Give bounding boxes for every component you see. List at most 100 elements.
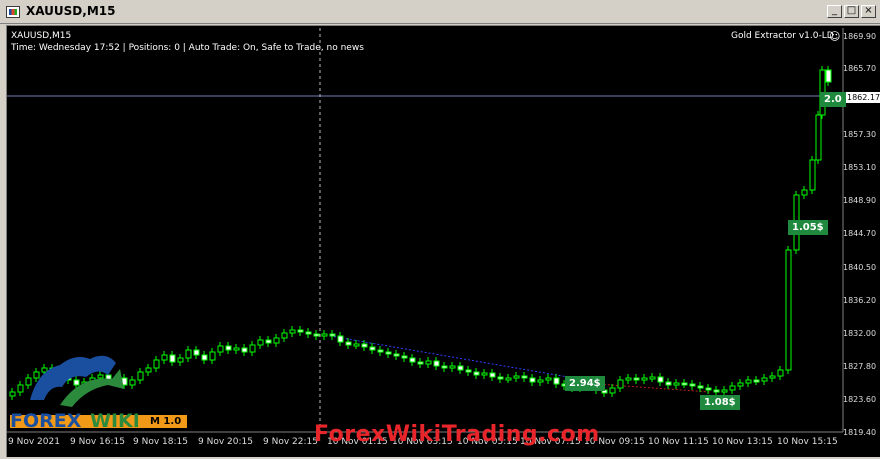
price-tick: 1819.40 [843, 428, 877, 437]
candle-body [433, 360, 440, 367]
time-tick: 9 Nov 20:15 [198, 437, 253, 447]
logo-wiki-text: WIKI [90, 410, 140, 432]
candle-body [289, 329, 296, 334]
candle-body [713, 389, 720, 393]
candle-body [225, 345, 232, 351]
candle-body [385, 351, 392, 355]
candle-body [537, 379, 544, 383]
price-tick: 1853.10 [843, 163, 877, 172]
time-tick: 10 Nov 11:15 [648, 437, 709, 447]
candle-body [553, 377, 560, 385]
candle-body [665, 381, 672, 386]
candle-body [481, 372, 488, 376]
time-tick: 9 Nov 16:15 [70, 437, 125, 447]
candle-body [815, 114, 822, 161]
candle-body [393, 353, 400, 357]
watermark-site: ForexWikiTrading.com [314, 422, 600, 447]
candle-body [697, 385, 704, 389]
candle-body [681, 382, 688, 386]
price-tick: 1844.70 [843, 229, 877, 238]
candle-body [465, 369, 472, 373]
candle-body [345, 341, 352, 346]
candle-body [521, 375, 528, 379]
time-tick: 9 Nov 22:15 [263, 437, 318, 447]
candle-body [705, 387, 712, 391]
candle-body [753, 379, 760, 383]
candle-body [201, 354, 208, 361]
candle-body [233, 347, 240, 351]
candle-body [529, 377, 536, 383]
candle-body [769, 375, 776, 379]
price-tick: 1832.00 [843, 329, 877, 338]
time-tick: 10 Nov 15:15 [777, 437, 838, 447]
candle-body [9, 391, 16, 397]
price-tick: 1857.30 [843, 130, 877, 139]
candle-body [633, 377, 640, 381]
candle-body [761, 377, 768, 382]
candle-body [241, 347, 248, 353]
candle-body [401, 355, 408, 359]
time-tick: 9 Nov 2021 [8, 437, 60, 447]
status-line: Time: Wednesday 17:52 | Positions: 0 | A… [11, 43, 364, 53]
candle-body [441, 365, 448, 369]
bull-logo-icon [30, 355, 124, 407]
candle-body [641, 377, 648, 381]
time-tick: 10 Nov 13:15 [712, 437, 773, 447]
candle-body [161, 354, 168, 361]
price-tick: 1840.50 [843, 263, 877, 272]
profit-badge: 1.05$ [788, 220, 828, 235]
candle-body [513, 375, 520, 379]
candle-body [657, 376, 664, 383]
candle-body [505, 377, 512, 381]
candle-body [673, 382, 680, 386]
candle-body [273, 337, 280, 344]
candle-body [737, 382, 744, 387]
candle-body [449, 365, 456, 369]
price-tick: 1836.20 [843, 296, 877, 305]
indicator-name: Gold Extractor v1.0-LD [731, 31, 834, 41]
smiley-icon: ☺ [829, 30, 841, 43]
logo-forex-text: FOREX [10, 410, 82, 432]
trend-line-upper [329, 335, 569, 378]
candle-body [145, 367, 152, 373]
candle-body [809, 159, 816, 191]
candle-body [625, 377, 632, 381]
candle-body [153, 359, 160, 369]
candle-body [337, 335, 344, 343]
price-tick: 1823.60 [843, 395, 877, 404]
candle-body [785, 249, 792, 371]
candle-body [409, 357, 416, 363]
time-tick: 9 Nov 18:15 [133, 437, 188, 447]
candle-body [209, 351, 216, 361]
profit-badge: 1.08$ [700, 395, 740, 410]
candle-body [185, 349, 192, 359]
price-tick: 1869.90 [843, 32, 877, 41]
candle-body [609, 387, 616, 394]
candle-body [745, 379, 752, 384]
current-price-label: 1862.17 [845, 92, 880, 103]
candle-body [313, 333, 320, 337]
candle-body [169, 354, 176, 363]
candle-body [729, 385, 736, 391]
candle-body [417, 361, 424, 365]
candle-body [801, 189, 808, 196]
price-tick: 1848.90 [843, 196, 877, 205]
candle-body [265, 339, 272, 344]
candle-body [377, 349, 384, 353]
candle-body [321, 333, 328, 337]
candle-body [721, 389, 728, 393]
candle-body [649, 376, 656, 380]
price-tick: 1827.80 [843, 362, 877, 371]
candle-body [617, 379, 624, 389]
candle-body [329, 333, 336, 337]
profit-badge: 2.94$ [565, 376, 605, 391]
candle-body [361, 343, 368, 348]
candle-body [249, 344, 256, 353]
candle-body [297, 329, 304, 333]
symbol-label: XAUUSD,M15 [11, 31, 72, 41]
candle-body [193, 349, 200, 356]
candle-body [353, 343, 360, 347]
candle-body [825, 69, 832, 83]
candle-body [497, 376, 504, 380]
candle-body [305, 331, 312, 335]
